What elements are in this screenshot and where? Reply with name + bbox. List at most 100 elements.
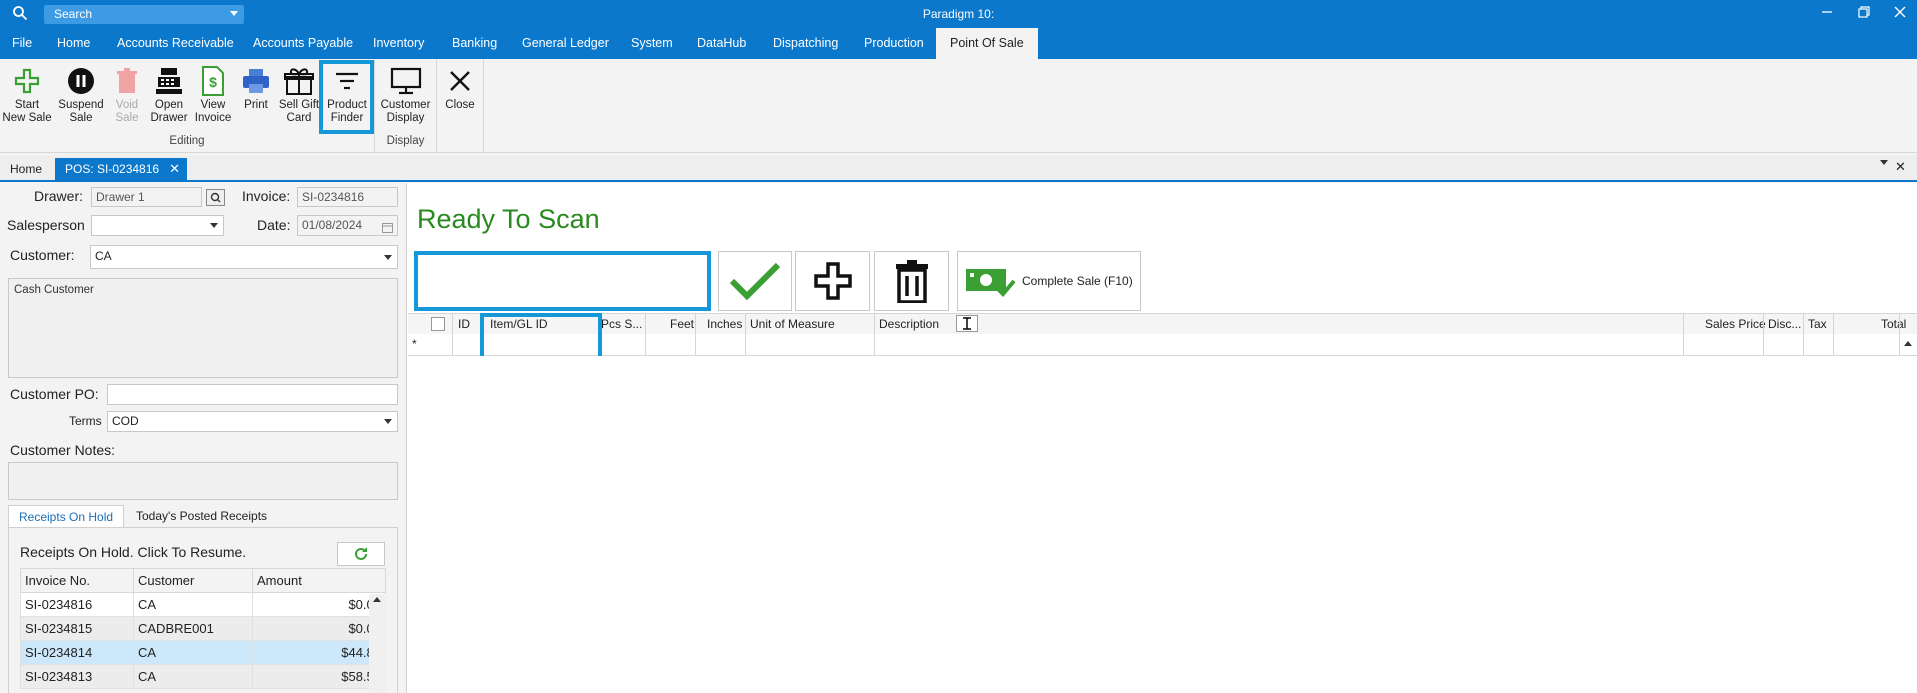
invoice-cell: SI-0234815 [20,616,134,641]
view-invoice-button[interactable]: $ View Invoice [192,65,234,135]
close-window-button[interactable] [1889,4,1911,24]
column-chooser-icon[interactable] [956,315,978,332]
select-all-checkbox[interactable] [431,317,445,331]
menu-production[interactable]: Production [853,28,935,59]
tab-pos[interactable]: POS: SI-0234816 ✕ [55,158,188,180]
drawer-label: Drawer: [34,188,84,204]
menu-inventory[interactable]: Inventory [362,28,435,59]
column-header[interactable]: Inches [707,317,742,331]
terms-label: Terms [69,414,102,428]
chevron-down-icon[interactable] [384,255,392,260]
menu-home[interactable]: Home [46,28,101,59]
receipts-heading: Receipts On Hold. Click To Resume. [20,544,247,560]
column-header[interactable]: Amount [252,568,386,593]
amount-cell: $0.00 [252,592,386,617]
print-button[interactable]: Print [238,65,274,135]
close-tab-icon[interactable]: ✕ [169,158,180,180]
calendar-icon[interactable] [382,220,393,235]
terms-value: COD [112,414,139,428]
table-row[interactable]: SI-0234813 CA $58.57 [20,664,386,689]
amount-cell: $0.00 [252,616,386,641]
menu-dispatching[interactable]: Dispatching [762,28,849,59]
tab-home[interactable]: Home [0,158,52,180]
column-header[interactable]: Disc... [1768,317,1801,331]
column-header[interactable]: Description [879,317,939,331]
svg-text:$: $ [209,74,217,90]
minimize-button[interactable] [1816,4,1838,24]
close-button[interactable]: Close [440,65,480,135]
trash-icon [895,260,928,303]
pause-icon [68,68,94,94]
menu-general-ledger[interactable]: General Ledger [511,28,620,59]
customer-display-label: Customer Display [380,99,431,124]
chevron-down-icon[interactable] [210,223,218,228]
column-header[interactable]: Unit of Measure [750,317,835,331]
drawer-field[interactable]: Drawer 1 [91,187,202,207]
menu-banking[interactable]: Banking [441,28,508,59]
delete-item-button[interactable] [874,251,949,311]
column-header[interactable]: Feet [670,317,694,331]
drawer-lookup-icon[interactable] [206,189,225,206]
menu-point-of-sale[interactable]: Point Of Sale [936,28,1038,59]
column-header[interactable]: Tax [1808,317,1827,331]
new-item-row[interactable]: * [408,334,1917,356]
ribbon-separator [483,59,484,152]
menu-system[interactable]: System [620,28,684,59]
menu-accounts-receivable[interactable]: Accounts Receivable [106,28,245,59]
menu-accounts-payable[interactable]: Accounts Payable [242,28,364,59]
date-field: 01/08/2024 [297,215,398,236]
menu-bar: File Home Accounts Receivable Accounts P… [0,28,1917,59]
column-header[interactable]: Sales Price [1705,317,1766,331]
open-drawer-button[interactable]: Open Drawer [148,65,190,135]
invoice-label: Invoice: [242,188,291,204]
close-label: Close [445,99,475,111]
close-all-tabs-icon[interactable]: ✕ [1895,159,1906,175]
void-sale-button[interactable]: Void Sale [109,65,145,135]
add-item-button[interactable] [795,251,870,311]
column-header[interactable]: Item/GL ID [490,317,548,331]
tab-posted-receipts[interactable]: Today's Posted Receipts [126,505,277,527]
start-new-sale-button[interactable]: Start New Sale [1,65,53,135]
column-header[interactable]: Total [1881,317,1906,331]
table-row[interactable]: SI-0234815 CADBRE001 $0.00 [20,616,386,641]
refresh-button[interactable] [337,542,385,566]
complete-sale-button[interactable]: Complete Sale (F10) [957,251,1141,311]
plus-icon [813,262,852,300]
salesperson-select[interactable] [91,215,224,236]
table-row[interactable]: SI-0234816 CA $0.00 [20,592,386,617]
ribbon: Start New Sale Suspend Sale Void Sale Op… [0,59,1917,153]
receipts-scrollbar[interactable] [369,594,386,693]
column-header[interactable]: ID [458,317,470,331]
scroll-up-icon[interactable] [373,597,381,602]
menu-datahub[interactable]: DataHub [686,28,757,59]
terms-select[interactable]: COD [107,411,398,432]
receipts-table: Invoice No. Customer Amount SI-0234816 C… [20,568,386,689]
tab-receipts-on-hold[interactable]: Receipts On Hold [8,505,125,528]
customer-po-field[interactable] [107,384,398,405]
product-finder-button[interactable]: Product Finder [324,65,370,135]
menu-file[interactable]: File [1,28,43,59]
customer-cell: CA [133,592,253,617]
column-header[interactable]: Customer [133,568,253,593]
accept-button[interactable] [718,251,792,311]
customer-select[interactable]: CA [90,245,398,269]
salesperson-label: Salesperson [7,217,85,233]
customer-display-button[interactable]: Customer Display [378,65,433,135]
sell-gift-card-button[interactable]: Sell Gift Card [276,65,322,135]
trash-icon [117,68,137,93]
customer-notes-field[interactable] [8,462,398,500]
tab-list-icon[interactable] [1880,160,1888,165]
cash-check-icon [966,269,1016,297]
customer-cell: CADBRE001 [133,616,253,641]
suspend-sale-button[interactable]: Suspend Sale [56,65,106,135]
items-grid-header: ID Item/GL ID Pcs S... Feet Inches Unit … [408,313,1917,336]
table-row[interactable]: SI-0234814 CA $44.83 [20,640,386,665]
scroll-up-icon[interactable] [1904,341,1912,346]
column-header[interactable]: Invoice No. [20,568,134,593]
scan-input[interactable] [414,251,711,311]
scan-status: Ready To Scan [417,204,600,234]
chevron-down-icon[interactable] [384,419,392,424]
column-header[interactable]: Pcs S... [601,317,642,331]
printer-icon [243,69,269,93]
restore-button[interactable] [1853,4,1875,24]
